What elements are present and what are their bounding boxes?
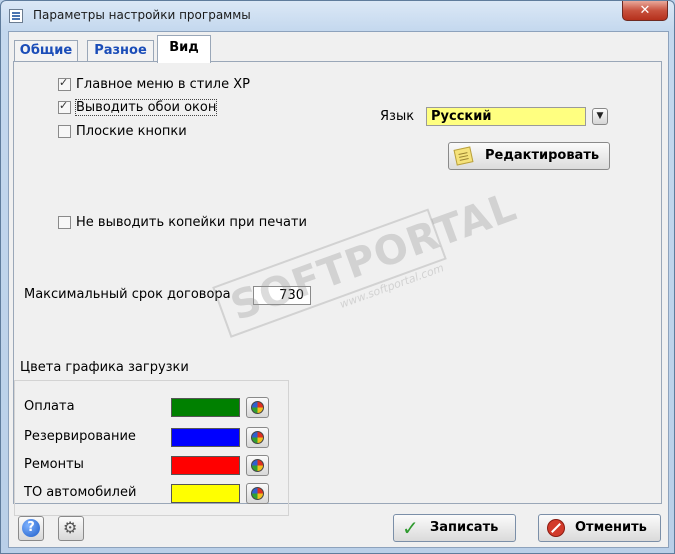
dialog-client-area: Общие Разное Вид Главное меню в стиле XP… — [8, 31, 669, 548]
checkbox-xp-menu[interactable]: Главное меню в стиле XP — [58, 76, 250, 95]
color-swatch-payment — [171, 398, 240, 417]
checkbox-label: Не выводить копейки при печати — [76, 215, 307, 230]
edit-language-button[interactable]: Редактировать — [448, 142, 610, 170]
checkbox-window-wallpaper[interactable]: Выводить обои окон — [58, 99, 218, 118]
color-swatch-repairs — [171, 456, 240, 475]
tools-icon: ⚙ — [63, 518, 78, 537]
edit-button-label: Редактировать — [485, 148, 600, 163]
language-label: Язык — [380, 109, 415, 124]
color-picker-icon — [251, 487, 264, 500]
color-picker-icon — [251, 459, 264, 472]
help-button[interactable]: ? — [18, 516, 44, 541]
checkbox-box[interactable] — [58, 125, 71, 138]
language-select[interactable]: Русский — [426, 107, 586, 126]
title-bar[interactable]: Параметры настройки программы ✕ — [1, 1, 674, 31]
color-swatch-maintenance — [171, 484, 240, 503]
color-picker-icon — [251, 401, 264, 414]
color-label-reservation: Резервирование — [24, 429, 136, 444]
view-tab-panel: Главное меню в стиле XP Выводить обои ок… — [13, 61, 662, 516]
color-pick-button[interactable] — [246, 397, 269, 418]
color-swatch-reservation — [171, 428, 240, 447]
color-pick-button[interactable] — [246, 455, 269, 476]
max-term-input[interactable]: 730 — [253, 286, 311, 305]
chevron-down-icon[interactable]: ▼ — [592, 108, 608, 125]
checkmark-icon: ✓ — [402, 516, 419, 540]
checkbox-box[interactable] — [58, 76, 71, 91]
colors-group: Оплата Резервирование Ремонты ТО автомоб… — [14, 380, 289, 516]
checkbox-flat-buttons[interactable]: Плоские кнопки — [58, 124, 187, 142]
checkbox-label: Главное меню в стиле XP — [76, 77, 250, 92]
help-icon: ? — [22, 519, 40, 537]
tab-view[interactable]: Вид — [157, 35, 211, 63]
checkbox-box[interactable] — [58, 99, 71, 114]
save-button[interactable]: ✓ Записать — [393, 514, 516, 542]
checkbox-hide-kopecks[interactable]: Не выводить копейки при печати — [58, 215, 307, 233]
checkbox-label: Выводить обои окон — [74, 99, 218, 116]
color-label-repairs: Ремонты — [24, 457, 84, 472]
cancel-button[interactable]: Отменить — [538, 514, 661, 542]
settings-window: Параметры настройки программы ✕ Общие Ра… — [0, 0, 675, 554]
tab-general[interactable]: Общие — [14, 40, 78, 62]
settings-window-icon — [9, 9, 23, 23]
window-title: Параметры настройки программы — [33, 8, 251, 22]
tab-misc[interactable]: Разное — [87, 40, 154, 62]
checkbox-label: Плоские кнопки — [76, 124, 187, 139]
cancel-icon — [547, 519, 565, 537]
cancel-button-label: Отменить — [575, 520, 647, 535]
note-icon — [453, 146, 474, 166]
colors-group-title: Цвета графика загрузки — [20, 360, 189, 375]
color-pick-button[interactable] — [246, 483, 269, 504]
color-pick-button[interactable] — [246, 427, 269, 448]
save-button-label: Записать — [430, 520, 499, 535]
color-picker-icon — [251, 431, 264, 444]
close-button[interactable]: ✕ — [622, 1, 668, 21]
checkbox-box[interactable] — [58, 216, 71, 229]
max-term-label: Максимальный срок договора — [24, 287, 231, 302]
tools-button[interactable]: ⚙ — [58, 516, 84, 541]
color-label-maintenance: ТО автомобилей — [24, 485, 137, 500]
color-label-payment: Оплата — [24, 399, 75, 414]
